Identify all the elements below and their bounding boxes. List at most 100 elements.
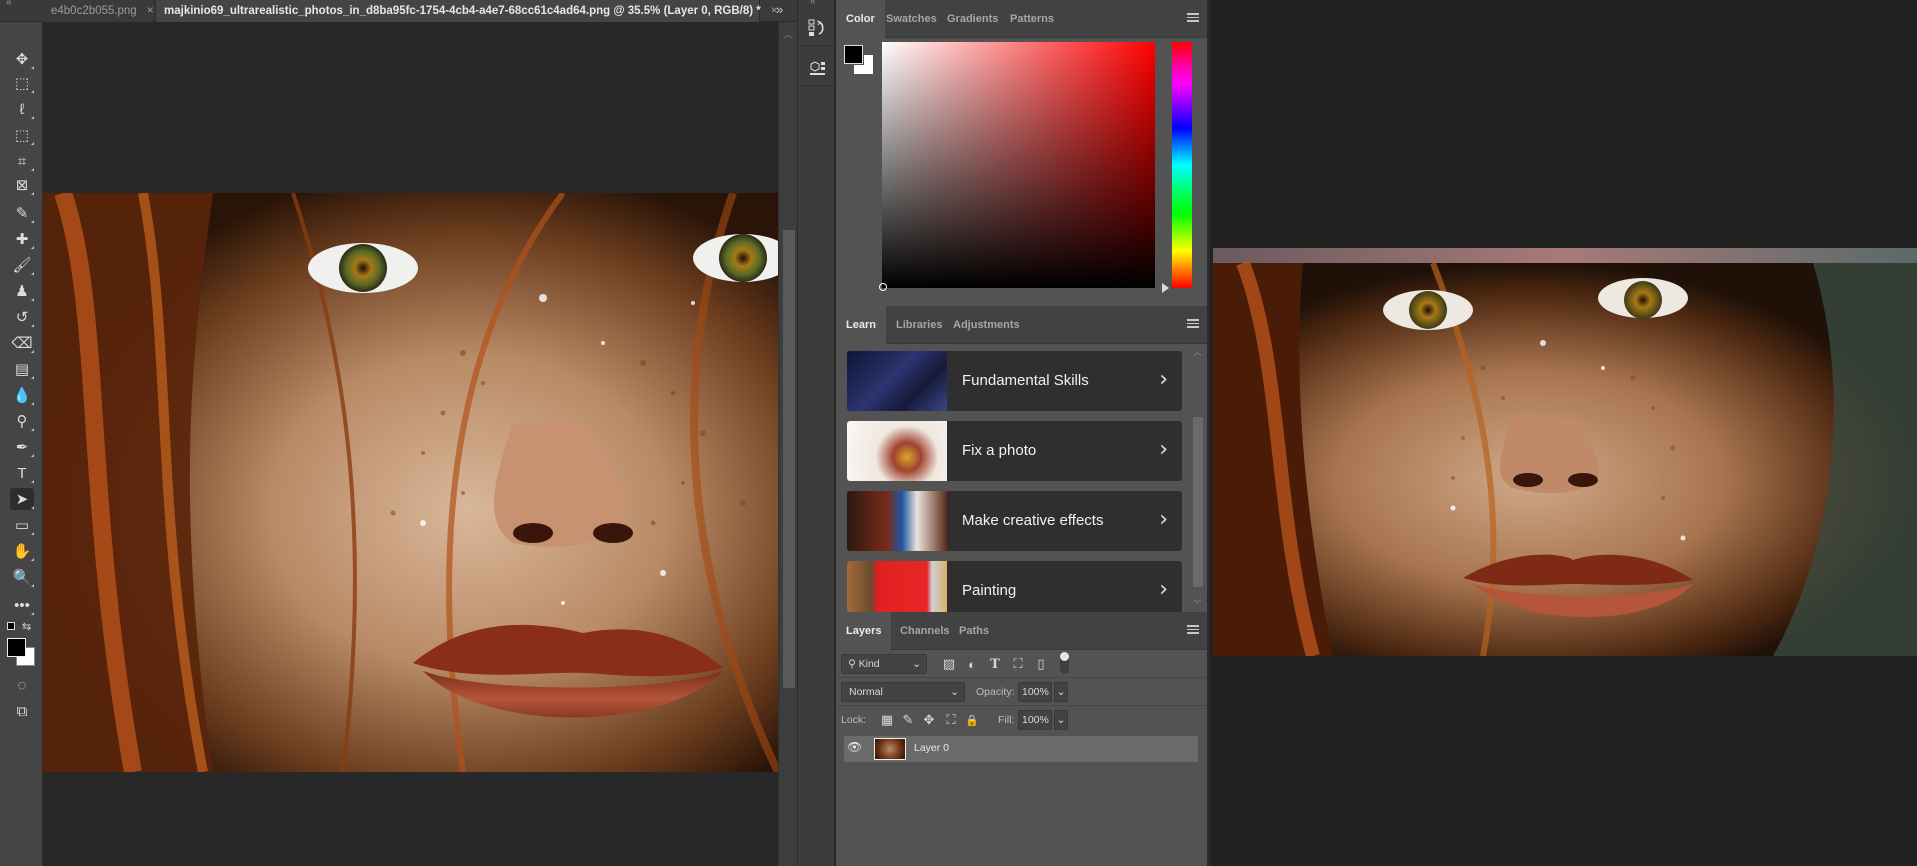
fill-dropdown-button[interactable]: ⌄ — [1054, 710, 1068, 730]
quick-mask-button[interactable]: ◌ — [10, 674, 34, 696]
document-tab-inactive[interactable]: e4b0c2b055.png × — [43, 0, 154, 22]
lock-transparent-pixels-icon[interactable]: ▦ — [879, 711, 895, 729]
hand-icon: ✋ — [12, 543, 32, 560]
swap-colors-icon[interactable]: ⇆ — [22, 620, 31, 633]
document-tab-active[interactable]: majkinio69_ultrarealistic_photos_in_d8ba… — [155, 0, 778, 22]
color-picker-marker[interactable] — [879, 283, 887, 291]
tool-group-indicator — [31, 480, 34, 483]
blur-icon: 💧 — [12, 387, 32, 404]
dodge-tool[interactable]: ⚲ — [10, 410, 34, 432]
lock-artboard-icon[interactable]: ⛶ — [943, 711, 959, 729]
rectangle-tool[interactable]: ▭ — [10, 514, 34, 536]
learn-card-fix-a-photo[interactable]: Fix a photo › — [847, 421, 1182, 481]
hue-slider-track[interactable] — [1172, 42, 1192, 288]
learn-card-painting[interactable]: Painting › — [847, 561, 1182, 613]
history-panel-button[interactable] — [801, 10, 833, 46]
collapse-icon[interactable]: « — [6, 0, 12, 8]
zoom-tool[interactable]: 🔍 — [10, 566, 34, 588]
document-image[interactable] — [43, 193, 778, 772]
move-tool[interactable]: ✥ — [10, 48, 34, 70]
card-thumbnail — [847, 491, 947, 551]
scrollbar-thumb[interactable] — [1193, 417, 1203, 587]
filter-adjustment-layers-icon[interactable]: ◐ — [964, 655, 980, 673]
close-tab-icon[interactable]: × — [147, 3, 154, 17]
lock-position-icon[interactable]: ✥ — [921, 711, 937, 729]
object-selection-icon: ⬚ — [14, 127, 30, 144]
crop-tool[interactable]: ⌗ — [10, 150, 34, 172]
panel-menu-icon[interactable] — [1187, 13, 1199, 24]
scroll-up-icon[interactable]: ︿ — [783, 26, 793, 41]
filter-type-layers-icon[interactable]: T — [987, 655, 1003, 673]
frame-tool[interactable]: ⊠ — [10, 174, 34, 196]
scroll-down-icon[interactable]: ﹀ — [1193, 597, 1202, 610]
opacity-value: 100% — [1022, 686, 1049, 698]
tool-group-indicator — [31, 558, 34, 561]
panel-dock: « — [797, 0, 836, 866]
path-selection-tool[interactable]: ➤ — [10, 488, 34, 510]
layer-row[interactable]: 👁 Layer 0 — [844, 736, 1198, 762]
tab-patterns[interactable]: Patterns — [1000, 0, 1064, 38]
gradient-tool[interactable]: ▤ — [10, 358, 34, 380]
type-tool[interactable]: T — [10, 462, 34, 484]
lock-image-pixels-icon[interactable]: ✎ — [900, 711, 916, 729]
document-vertical-scrollbar[interactable]: ︿ — [778, 22, 797, 866]
collapse-panels-icon[interactable]: « — [810, 0, 816, 7]
scrollbar-thumb[interactable] — [783, 230, 795, 688]
fill-input[interactable]: 100% — [1018, 710, 1052, 730]
layer-name: Layer 0 — [914, 742, 950, 754]
eyedropper-tool[interactable]: ✎ — [10, 202, 34, 224]
edit-toolbar[interactable]: ••• — [10, 594, 34, 616]
screen-mode-button[interactable]: ⧉ — [10, 700, 34, 722]
opacity-input[interactable]: 100% — [1018, 682, 1052, 702]
visibility-eye-icon[interactable]: 👁 — [847, 740, 863, 754]
eraser-tool[interactable]: ⌫ — [10, 332, 34, 354]
brush-tool[interactable]: 🖌 — [10, 254, 34, 276]
lock-all-icon[interactable]: 🔒 — [964, 711, 980, 729]
opacity-dropdown-button[interactable]: ⌄ — [1054, 682, 1068, 702]
marquee-tool[interactable]: ⬚ — [10, 72, 34, 94]
panel-menu-icon[interactable] — [1187, 625, 1199, 636]
card-thumbnail — [847, 351, 947, 411]
tab-learn[interactable]: Learn — [836, 306, 886, 344]
tab-paths[interactable]: Paths — [949, 612, 999, 650]
tab-layers[interactable]: Layers — [836, 612, 892, 650]
filter-smart-objects-icon[interactable]: ▯ — [1033, 655, 1049, 673]
hand-tool[interactable]: ✋ — [10, 540, 34, 562]
tabs-overflow-icon[interactable]: » — [776, 2, 783, 17]
panels-column: Color Swatches Gradients Patterns Learn … — [836, 0, 1210, 866]
scroll-up-icon[interactable]: ︿ — [1193, 345, 1202, 358]
tool-group-indicator — [31, 168, 34, 171]
tool-group-indicator — [31, 324, 34, 327]
learn-card-make-creative-effects[interactable]: Make creative effects › — [847, 491, 1182, 551]
pen-tool[interactable]: ✒ — [10, 436, 34, 458]
tab-gradients[interactable]: Gradients — [937, 0, 1008, 38]
dodge-icon: ⚲ — [16, 413, 28, 430]
object-selection-tool[interactable]: ⬚ — [10, 124, 34, 146]
filter-pixel-layers-icon[interactable]: ▨ — [941, 655, 957, 673]
card-label: Fundamental Skills — [962, 372, 1089, 389]
blur-tool[interactable]: 💧 — [10, 384, 34, 406]
panel-grip[interactable] — [0, 22, 43, 32]
foreground-color-swatch[interactable] — [7, 638, 26, 657]
default-colors-icon[interactable] — [7, 622, 19, 634]
blend-mode-select[interactable]: Normal ⌄ — [841, 682, 965, 702]
color-panel-foreground-swatch[interactable] — [843, 44, 864, 65]
filter-shape-layers-icon[interactable]: ⛶ — [1010, 655, 1026, 673]
tool-group-indicator — [31, 90, 34, 93]
layer-filter-kind-select[interactable]: ⚲ Kind ⌄ — [841, 654, 927, 674]
tab-adjustments[interactable]: Adjustments — [943, 306, 1030, 344]
hue-slider-handle[interactable] — [1162, 283, 1169, 293]
color-picker-field[interactable] — [879, 42, 1155, 291]
chevron-right-icon: › — [1159, 507, 1168, 532]
document-tab-bar: « e4b0c2b055.png × majkinio69_ultrarealis… — [0, 0, 797, 22]
learn-panel-scrollbar[interactable]: ︿ ﹀ — [1192, 345, 1204, 610]
history-brush-tool[interactable]: ↺ — [10, 306, 34, 328]
clone-stamp-tool[interactable]: ♟ — [10, 280, 34, 302]
panel-menu-icon[interactable] — [1187, 319, 1199, 330]
filter-toggle[interactable] — [1060, 652, 1069, 674]
healing-brush-tool[interactable]: ✚ — [10, 228, 34, 250]
lasso-tool[interactable]: ℓ — [10, 98, 34, 120]
3d-panel-button[interactable] — [801, 50, 833, 86]
secondary-document-image[interactable] — [1213, 248, 1917, 656]
learn-card-fundamental-skills[interactable]: Fundamental Skills › — [847, 351, 1182, 411]
